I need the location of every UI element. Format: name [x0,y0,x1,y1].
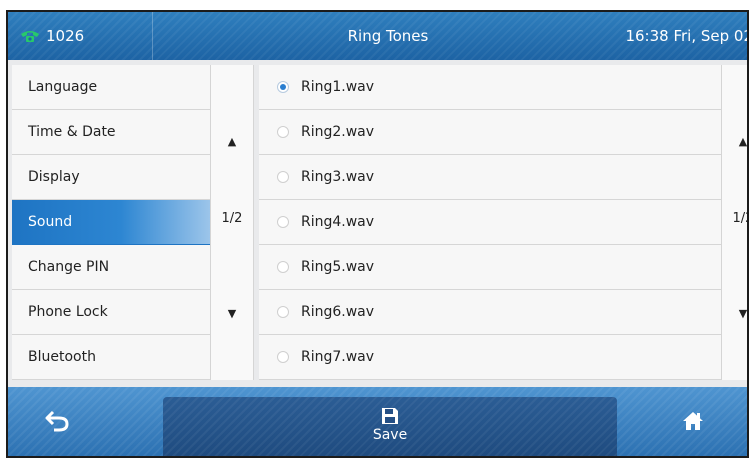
ring-tone-label: Ring7.wav [301,349,375,365]
ring-tone-label: Ring1.wav [301,79,375,95]
menu-item-bluetooth[interactable]: Bluetooth [12,335,210,380]
menu-item-phone-lock[interactable]: Phone Lock [12,290,210,335]
triangle-down-icon[interactable]: ▼ [722,307,747,320]
radio-button[interactable] [277,261,289,273]
ring-tone-label: Ring6.wav [301,304,375,320]
menu-item-change-pin[interactable]: Change PIN [12,245,210,290]
radio-button[interactable] [277,351,289,363]
ring-tone-label: Ring2.wav [301,124,375,140]
menu-item-time-date[interactable]: Time & Date [12,110,210,155]
menu-item-sound[interactable]: Sound [12,200,210,245]
radio-button[interactable] [277,81,289,93]
ring-tone-label: Ring3.wav [301,169,375,185]
ring-tone-option[interactable]: Ring4.wav [259,200,721,245]
triangle-up-icon[interactable]: ▲ [211,135,253,148]
save-label: Save [372,427,408,443]
menu-pager: ▲ 1/2 ▼ [210,65,254,380]
menu-item-display[interactable]: Display [12,155,210,200]
ring-tone-option[interactable]: Ring5.wav [259,245,721,290]
ring-tone-option[interactable]: Ring3.wav [259,155,721,200]
menu-page-indicator: 1/2 [221,211,243,226]
menu-item-language[interactable]: Language [12,65,210,110]
home-icon [681,410,705,436]
home-button[interactable] [673,407,713,439]
ring-tone-label: Ring5.wav [301,259,375,275]
ring-tone-list: Ring1.wav Ring2.wav Ring3.wav Ring4.wav … [259,65,721,380]
triangle-down-icon[interactable]: ▼ [211,307,253,320]
back-arrow-icon [45,410,71,436]
ring-tone-pager: ▲ 1/2 ▼ [721,65,747,380]
status-bar: 1026 Ring Tones 16:38 Fri, Sep 02 [8,12,747,60]
phone-screen: 1026 Ring Tones 16:38 Fri, Sep 02 Langua… [6,10,749,458]
account-indicator[interactable]: 1026 [8,12,153,60]
save-button[interactable]: Save [163,397,617,456]
account-number: 1026 [46,27,85,45]
triangle-up-icon[interactable]: ▲ [722,135,747,148]
radio-button[interactable] [277,306,289,318]
phone-handset-icon [20,29,40,43]
ring-tone-page-indicator: 1/2 [732,211,747,226]
ring-tone-option[interactable]: Ring7.wav [259,335,721,380]
radio-button[interactable] [277,171,289,183]
radio-button[interactable] [277,216,289,228]
ring-tone-option[interactable]: Ring1.wav [259,65,721,110]
softkey-bar: Save [8,387,747,456]
page-title: Ring Tones [347,27,429,45]
floppy-disk-icon [381,407,399,425]
ring-tone-option[interactable]: Ring6.wav [259,290,721,335]
back-button[interactable] [36,407,80,439]
ring-tone-label: Ring4.wav [301,214,375,230]
radio-button[interactable] [277,126,289,138]
settings-menu: Language Time & Date Display Sound Chang… [12,65,210,380]
ring-tone-option[interactable]: Ring2.wav [259,110,721,155]
clock: 16:38 Fri, Sep 02 [625,27,749,45]
